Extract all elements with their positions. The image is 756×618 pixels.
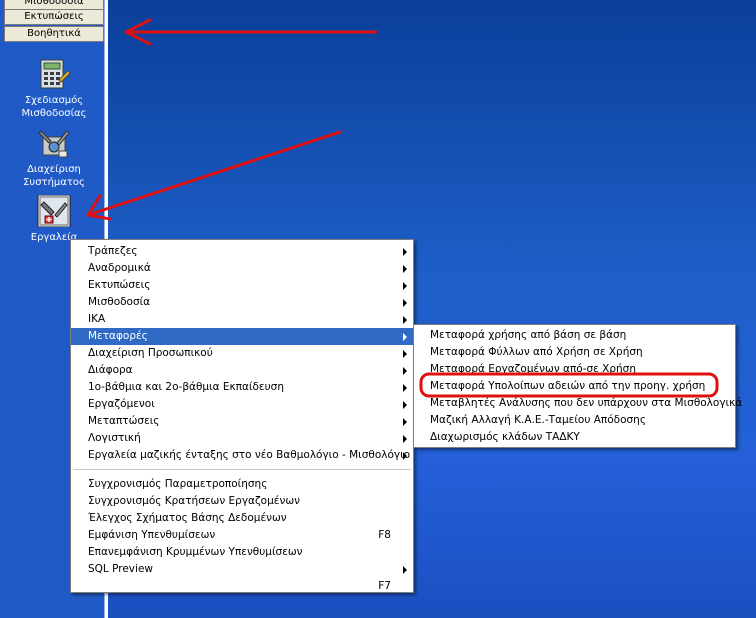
tool-label-line1: Σχεδιασμός — [24, 95, 84, 106]
menu-item-label: 1ο-βάθμια και 2ο-βάθμια Εκπαίδευση — [88, 381, 284, 393]
submenu-arrow-icon — [403, 566, 407, 574]
menu-item-education[interactable]: 1ο-βάθμια και 2ο-βάθμια Εκπαίδευση — [71, 379, 413, 396]
menu-item-show-reminders[interactable]: Εμφάνιση Υπενθυμίσεων F8 — [71, 527, 413, 544]
menu-item-label: Μεταφορές — [88, 330, 148, 342]
menu-item-misc[interactable]: Διάφορα — [71, 362, 413, 379]
submenu-item-label: Μεταφορά Υπολοίπων αδειών από την προηγ.… — [430, 380, 706, 392]
menu-item-db-schema-check[interactable]: Έλεγχος Σχήματος Βάσης Δεδομένων — [71, 510, 413, 527]
submenu-arrow-icon — [403, 401, 407, 409]
sidebar-button-prints[interactable]: Εκτυπώσεις — [4, 9, 104, 25]
submenu-item-analysis-variables[interactable]: Μεταβλητές Ανάλυσης που δεν υπάρχουν στα… — [414, 395, 742, 412]
menu-item-label: Εργαζόμενοι — [88, 398, 155, 410]
submenu-item-transfer-employees[interactable]: Μεταφορά Εργαζομένων από-σε Χρήση — [414, 361, 735, 378]
menu-item-label: Εργαλεία μαζικής ένταξης στο νέο Βαθμολό… — [88, 449, 411, 461]
transfers-submenu: Μεταφορά χρήσης από βάση σε βάση Μεταφορ… — [413, 324, 742, 448]
menu-item-label: Εκτυπώσεις — [88, 279, 151, 291]
menu-item-f7[interactable]: F7 — [71, 578, 413, 595]
tool-label-line2: Μισθοδοσίας — [21, 108, 87, 119]
submenu-item-bulk-kae-change[interactable]: Μαζική Αλλαγή Κ.Α.Ε.-Ταμείου Απόδοσης — [414, 412, 735, 429]
menu-item-employees[interactable]: Εργαζόμενοι — [71, 396, 413, 413]
tool-label-line2: Συστήματος — [23, 177, 85, 188]
tool-tools[interactable]: Εργαλεία — [4, 195, 104, 244]
submenu-arrow-icon — [403, 367, 407, 375]
menu-item-sync-params[interactable]: Συγχρονισμός Παραμετροποίησης — [71, 476, 413, 493]
menu-item-shortcut: F7 — [378, 580, 391, 592]
menu-item-show-hidden-reminders[interactable]: Επανεμφάνιση Κρυμμένων Υπενθυμίσεων — [71, 544, 413, 561]
sidebar-button-utilities[interactable]: Βοηθητικά — [4, 26, 104, 42]
submenu-item-transfer-usage-db[interactable]: Μεταφορά χρήσης από βάση σε βάση — [414, 327, 735, 344]
submenu-arrow-icon — [403, 350, 407, 358]
tool-payroll-design[interactable]: Σχεδιασμός Μισθοδοσίας — [4, 58, 104, 120]
menu-item-label: Διάφορα — [88, 364, 133, 376]
submenu-arrow-icon — [403, 299, 407, 307]
menu-item-label: SQL Preview — [88, 563, 153, 575]
tool-system-admin[interactable]: Διαχείριση Συστήματος — [4, 127, 104, 189]
submenu-arrow-icon — [403, 452, 407, 460]
menu-item-ika[interactable]: ΙΚΑ — [71, 311, 413, 328]
calculator-icon — [40, 59, 71, 89]
menu-item-bulk-grading-tools[interactable]: Εργαλεία μαζικής ένταξης στο νέο Βαθμολό… — [71, 447, 413, 464]
submenu-item-label: Μεταφορά Εργαζομένων από-σε Χρήση — [430, 363, 636, 375]
menu-item-label: Τράπεζες — [88, 245, 138, 257]
tools-menu: Τράπεζες Αναδρομικά Εκτυπώσεις Μισθοδοσί… — [70, 239, 414, 593]
menu-item-label: Μεταπτώσεις — [88, 415, 160, 427]
menu-item-payroll[interactable]: Μισθοδοσία — [71, 294, 413, 311]
submenu-arrow-icon — [403, 316, 407, 324]
submenu-item-label: Μεταβλητές Ανάλυσης που δεν υπάρχουν στα… — [430, 397, 743, 409]
tools-icon — [37, 195, 71, 227]
menu-item-migrations[interactable]: Μεταπτώσεις — [71, 413, 413, 430]
submenu-item-transfer-leave-balances[interactable]: Μεταφορά Υπολοίπων αδειών από την προηγ.… — [414, 378, 735, 395]
submenu-arrow-icon — [403, 282, 407, 290]
menu-item-personnel[interactable]: Διαχείριση Προσωπικού — [71, 345, 413, 362]
submenu-item-label: Μεταφορά χρήσης από βάση σε βάση — [430, 329, 627, 341]
menu-item-label: Διαχείριση Προσωπικού — [88, 347, 213, 359]
submenu-item-label: Διαχωρισμός κλάδων ΤΑΔΚΥ — [430, 431, 580, 443]
menu-item-label: Μισθοδοσία — [88, 296, 151, 308]
menu-item-sync-deductions[interactable]: Συγχρονισμός Κρατήσεων Εργαζομένων — [71, 493, 413, 510]
submenu-arrow-icon — [403, 265, 407, 273]
menu-separator — [73, 469, 411, 470]
menu-item-accounting[interactable]: Λογιστική — [71, 430, 413, 447]
submenu-item-tadky-split[interactable]: Διαχωρισμός κλάδων ΤΑΔΚΥ — [414, 429, 735, 446]
submenu-item-transfer-sheets[interactable]: Μεταφορά Φύλλων από Χρήση σε Χρήση — [414, 344, 735, 361]
submenu-arrow-icon — [403, 435, 407, 443]
submenu-arrow-icon — [403, 333, 407, 341]
menu-item-label: Εμφάνιση Υπενθυμίσεων — [88, 529, 216, 541]
menu-item-retroactive[interactable]: Αναδρομικά — [71, 260, 413, 277]
menu-item-sql-preview[interactable]: SQL Preview — [71, 561, 413, 578]
menu-item-label: Αναδρομικά — [88, 262, 151, 274]
tool-label-line1: Διαχείριση — [27, 164, 81, 175]
menu-item-label: Επανεμφάνιση Κρυμμένων Υπενθυμίσεων — [88, 546, 303, 558]
submenu-item-label: Μεταφορά Φύλλων από Χρήση σε Χρήση — [430, 346, 643, 358]
menu-item-label: ΙΚΑ — [88, 313, 106, 325]
menu-item-banks[interactable]: Τράπεζες — [71, 243, 413, 260]
menu-item-label: Έλεγχος Σχήματος Βάσης Δεδομένων — [88, 512, 287, 524]
menu-item-shortcut: F8 — [378, 529, 391, 541]
menu-item-label: Συγχρονισμός Παραμετροποίησης — [88, 478, 268, 490]
menu-item-prints[interactable]: Εκτυπώσεις — [71, 277, 413, 294]
admin-tools-icon — [38, 130, 70, 158]
menu-item-transfers[interactable]: Μεταφορές — [71, 328, 413, 345]
submenu-item-label: Μαζική Αλλαγή Κ.Α.Ε.-Ταμείου Απόδοσης — [430, 414, 646, 426]
submenu-arrow-icon — [403, 418, 407, 426]
menu-item-label: Συγχρονισμός Κρατήσεων Εργαζομένων — [88, 495, 300, 507]
submenu-arrow-icon — [403, 384, 407, 392]
menu-item-label: Λογιστική — [88, 432, 141, 444]
submenu-arrow-icon — [403, 248, 407, 256]
